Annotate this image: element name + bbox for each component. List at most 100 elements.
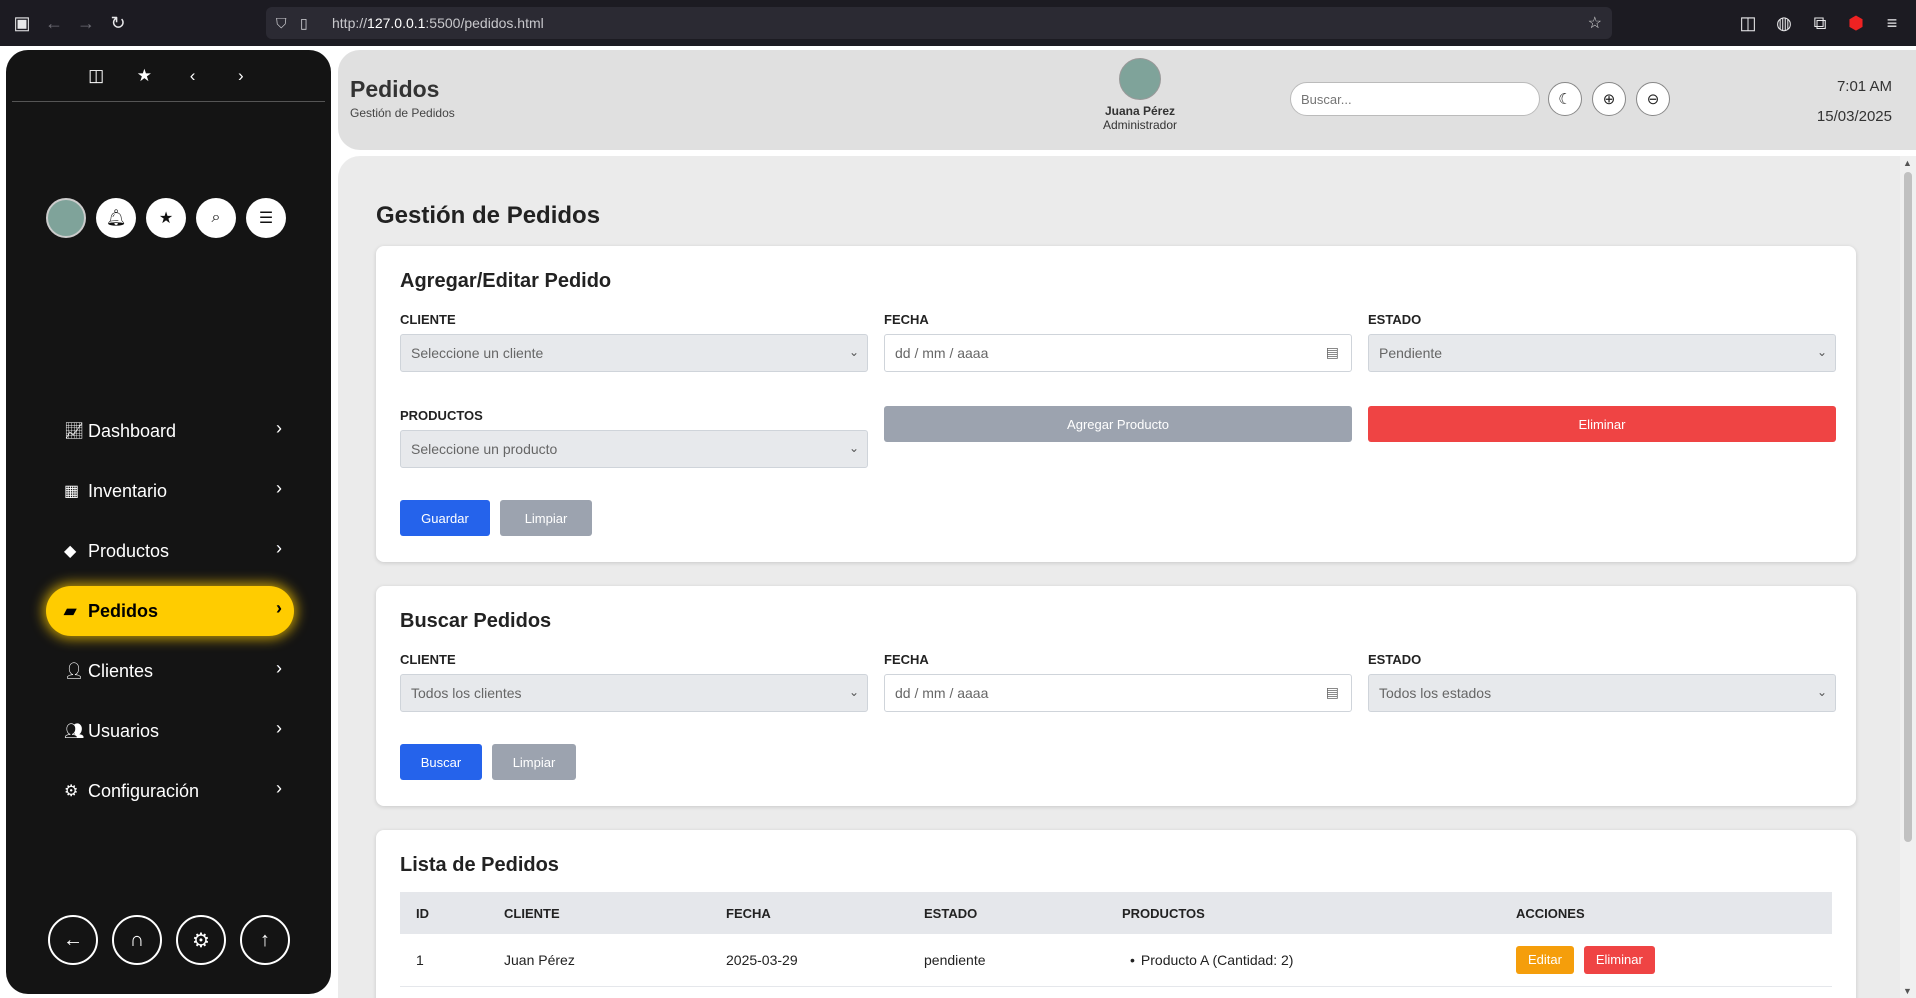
- cell-id: 1: [400, 934, 488, 987]
- avatar: [1119, 58, 1161, 100]
- browser-toolbar: ▣ ← → ↻ ⛉ ▯ http://127.0.0.1:5500/pedido…: [0, 0, 1916, 46]
- chevron-down-icon: ⌄: [848, 345, 859, 359]
- cliente-select-value: Seleccione un cliente: [411, 345, 544, 361]
- menu-icon[interactable]: ≡: [1876, 7, 1908, 39]
- address-bar[interactable]: ⛉ ▯ http://127.0.0.1:5500/pedidos.html ☆: [266, 7, 1612, 39]
- pocket-icon[interactable]: ◫: [1732, 7, 1764, 39]
- fecha-filter-input[interactable]: dd / mm / aaaa ▤: [884, 674, 1352, 712]
- calendar-icon: ▦: [64, 483, 80, 500]
- user-profile[interactable]: Juana Pérez Administrador: [1080, 58, 1200, 132]
- edit-order-card: Agregar/Editar Pedido CLIENTE Seleccione…: [376, 246, 1856, 562]
- chevron-down-icon: ⌄: [1816, 345, 1827, 359]
- add-product-button[interactable]: Agregar Producto: [884, 406, 1352, 442]
- chevron-right-icon: ›: [276, 658, 282, 678]
- calendar-icon[interactable]: ▤: [1326, 684, 1339, 701]
- shield-icon: ⛉: [276, 14, 287, 31]
- delete-button[interactable]: Eliminar: [1583, 945, 1655, 974]
- edit-button[interactable]: Editar: [1516, 945, 1574, 974]
- sidebar-item-dashboard[interactable]: 📈︎ Dashboard ›: [46, 406, 294, 456]
- productos-label: PRODUCTOS: [400, 408, 483, 423]
- zoom-out-icon[interactable]: ⊖: [1636, 82, 1670, 116]
- columns-icon[interactable]: ◫: [84, 66, 108, 86]
- forward-arrow-icon[interactable]: →: [70, 7, 102, 39]
- estado-select-value: Pendiente: [1379, 345, 1443, 361]
- card-title: Agregar/Editar Pedido: [400, 270, 612, 292]
- cell-estado: pendiente: [908, 934, 1106, 987]
- reload-icon[interactable]: ↻: [102, 7, 134, 39]
- estado-label: ESTADO: [1368, 652, 1422, 667]
- sidebar-menu: 📈︎ Dashboard › ▦ Inventario › ◆ Producto…: [46, 406, 294, 826]
- scroll-down-icon[interactable]: ▼: [1903, 986, 1912, 996]
- cliente-filter-value: Todos los clientes: [411, 685, 522, 701]
- sliders-icon[interactable]: ☰: [246, 198, 286, 238]
- card-title: Buscar Pedidos: [400, 610, 552, 632]
- zoom-in-icon[interactable]: ⊕: [1592, 82, 1626, 116]
- tag-icon: ◆: [64, 543, 77, 560]
- cliente-select[interactable]: Seleccione un cliente ⌄: [400, 334, 868, 372]
- fecha-input[interactable]: dd / mm / aaaa ▤: [884, 334, 1352, 372]
- arrow-left-icon[interactable]: ←: [48, 915, 98, 965]
- user-role: Administrador: [1102, 118, 1178, 132]
- star-icon[interactable]: ★: [146, 198, 186, 238]
- sidebar-quick-actions: 🔔︎ ★ ⌕ ☰: [46, 198, 286, 238]
- cliente-label: CLIENTE: [400, 652, 456, 667]
- users-icon: 👥︎: [64, 723, 85, 740]
- productos-select[interactable]: Seleccione un producto ⌄: [400, 430, 868, 468]
- search-button[interactable]: Buscar: [400, 744, 482, 780]
- orders-list-card: Lista de Pedidos ID CLIENTE FECHA ESTADO…: [376, 830, 1856, 998]
- chevron-left-icon[interactable]: ‹: [181, 66, 205, 86]
- puzzle-icon[interactable]: ⧉: [1804, 7, 1836, 39]
- header-title: Pedidos: [350, 76, 440, 102]
- estado-filter-select[interactable]: Todos los estados ⌄: [1368, 674, 1836, 712]
- chevron-right-icon: ›: [276, 598, 282, 618]
- back-arrow-icon[interactable]: ←: [38, 7, 70, 39]
- page-title: Gestión de Pedidos: [376, 202, 601, 229]
- sidebar-item-inventario[interactable]: ▦ Inventario ›: [46, 466, 294, 516]
- chevron-right-icon[interactable]: ›: [229, 66, 253, 86]
- sidebar-item-usuarios[interactable]: 👥︎ Usuarios ›: [46, 706, 294, 756]
- star-icon[interactable]: ★: [132, 66, 156, 86]
- sidebar-item-pedidos[interactable]: ▰ Pedidos ›: [46, 586, 294, 636]
- estado-select[interactable]: Pendiente ⌄: [1368, 334, 1836, 372]
- estado-filter-value: Todos los estados: [1379, 685, 1492, 701]
- sidebar-item-label: Usuarios: [88, 720, 160, 741]
- ublock-icon[interactable]: ⬢: [1840, 7, 1872, 39]
- clear-button[interactable]: Limpiar: [500, 500, 592, 536]
- sidebar-toggle-icon[interactable]: ▣: [6, 7, 38, 39]
- sidebar-item-label: Dashboard: [88, 420, 177, 441]
- table-row: 1 Juan Pérez 2025-03-29 pendiente • Produ…: [400, 934, 1832, 987]
- sidebar-item-productos[interactable]: ◆ Productos ›: [46, 526, 294, 576]
- sidebar-item-clientes[interactable]: 👤︎ Clientes ›: [46, 646, 294, 696]
- column-header: ACCIONES: [1500, 892, 1832, 934]
- chevron-down-icon: ⌄: [1816, 685, 1827, 699]
- chevron-right-icon: ›: [276, 718, 282, 738]
- search-orders-card: Buscar Pedidos CLIENTE Todos los cliente…: [376, 586, 1856, 806]
- productos-select-value: Seleccione un producto: [411, 441, 558, 457]
- cliente-filter-select[interactable]: Todos los clientes ⌄: [400, 674, 868, 712]
- bookmark-star-icon[interactable]: ☆: [1588, 13, 1602, 33]
- estado-label: ESTADO: [1368, 312, 1422, 327]
- search-input[interactable]: [1290, 82, 1540, 116]
- calendar-icon[interactable]: ▤: [1326, 344, 1339, 361]
- gear-icon[interactable]: ⚙: [176, 915, 226, 965]
- scrollbar-thumb[interactable]: [1904, 172, 1912, 842]
- moon-icon[interactable]: ☾: [1548, 82, 1582, 116]
- bell-icon[interactable]: 🔔︎: [96, 198, 136, 238]
- extension-icon[interactable]: ◍: [1768, 7, 1800, 39]
- sidebar-item-configuracion[interactable]: ⚙ Configuración ›: [46, 766, 294, 816]
- arrow-up-icon[interactable]: ↑: [240, 915, 290, 965]
- delete-product-button[interactable]: Eliminar: [1368, 406, 1836, 442]
- clear-filters-button[interactable]: Limpiar: [492, 744, 576, 780]
- sidebar-toolbar: ◫ ★ ‹ ›: [12, 50, 325, 102]
- card-title: Lista de Pedidos: [400, 854, 559, 876]
- column-header: FECHA: [710, 892, 908, 934]
- save-button[interactable]: Guardar: [400, 500, 490, 536]
- user-name: Juana Pérez: [1104, 104, 1176, 118]
- headphones-icon[interactable]: ∩: [112, 915, 162, 965]
- page-icon: ▯: [300, 14, 308, 31]
- scroll-up-icon[interactable]: ▲: [1903, 158, 1912, 168]
- cell-cliente: Juan Pérez: [488, 934, 710, 987]
- main-scrollbar[interactable]: ▲ ▼: [1900, 156, 1916, 998]
- avatar[interactable]: [46, 198, 86, 238]
- search-icon[interactable]: ⌕: [196, 198, 236, 238]
